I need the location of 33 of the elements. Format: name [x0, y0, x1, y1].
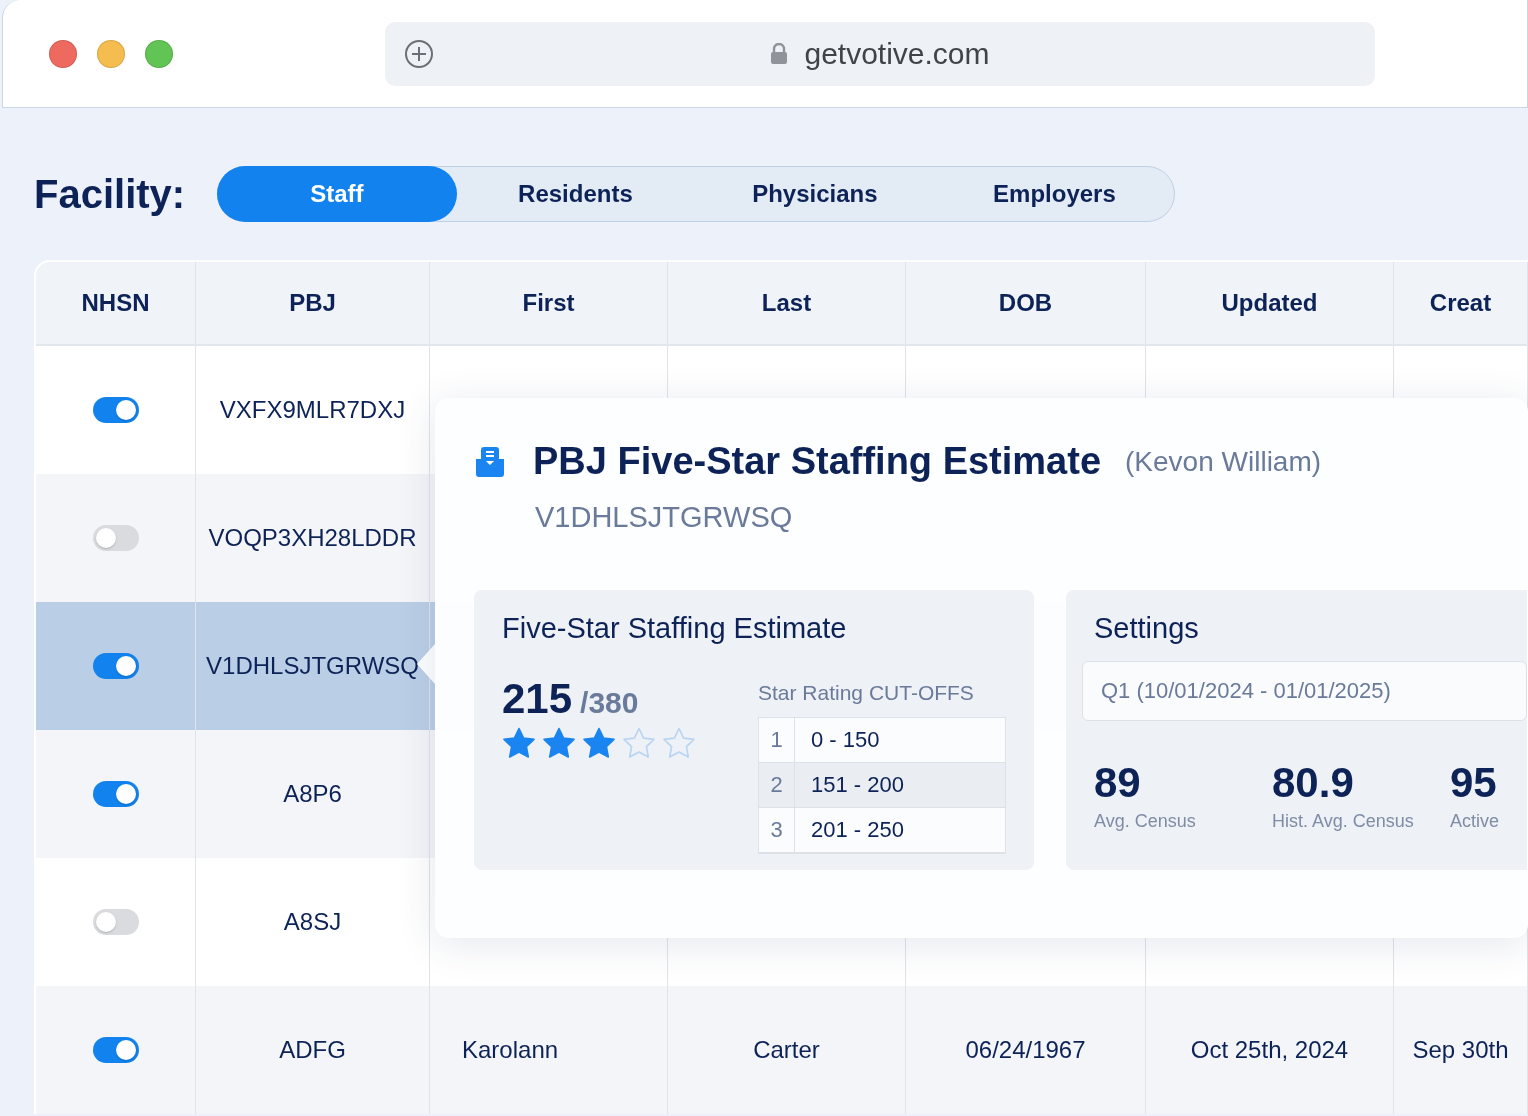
table-cell: ADFG	[279, 1036, 346, 1064]
table-cell: Karolann	[462, 1036, 559, 1064]
stat-label: Hist. Avg. Census	[1272, 811, 1415, 832]
stat-value: 80.9	[1272, 759, 1355, 807]
table-cell: Carter	[753, 1036, 820, 1064]
table-cell: 2	[759, 763, 795, 808]
pbj-code: V1DHLSJTGRWSQ	[535, 501, 794, 534]
score-max: /380	[580, 686, 639, 719]
cutoffs-title: Star Rating CUT-OFFS	[758, 681, 975, 705]
table-cell: Oct 25th, 2024	[1190, 1036, 1349, 1064]
table-cell: VOQP3XH28LDDR	[208, 524, 417, 552]
table-cell: A8P6	[283, 780, 342, 808]
stat-value: 89	[1094, 759, 1142, 807]
card-title: Settings	[1094, 612, 1200, 645]
popover-title: PBJ Five-Star Staffing Estimate	[533, 440, 1102, 483]
stat-label: Avg. Census	[1094, 811, 1197, 832]
table-cell: 201 - 250	[795, 808, 1005, 853]
person-name: (Kevon William)	[1125, 445, 1322, 478]
table-cell: VXFX9MLR7DXJ	[219, 396, 406, 424]
table-cell: 151 - 200	[795, 763, 1005, 808]
table-cell: 0 - 150	[795, 718, 1005, 763]
table-cell: 3	[759, 808, 795, 853]
table-cell: 06/24/1967	[965, 1036, 1086, 1064]
facility-label: Facility:	[34, 171, 186, 217]
table-cell: A8SJ	[283, 908, 342, 936]
table-cell: 1	[759, 718, 795, 763]
card-title: Five-Star Staffing Estimate	[502, 612, 848, 645]
stat-label: Active	[1450, 811, 1500, 832]
table-cell: Sep 30th	[1412, 1036, 1509, 1064]
url-text: getvotive.com	[804, 36, 990, 71]
score-value: 215	[502, 675, 573, 722]
stat-value: 95	[1450, 759, 1498, 807]
table-cell: V1DHLSJTGRWSQ	[206, 652, 419, 680]
